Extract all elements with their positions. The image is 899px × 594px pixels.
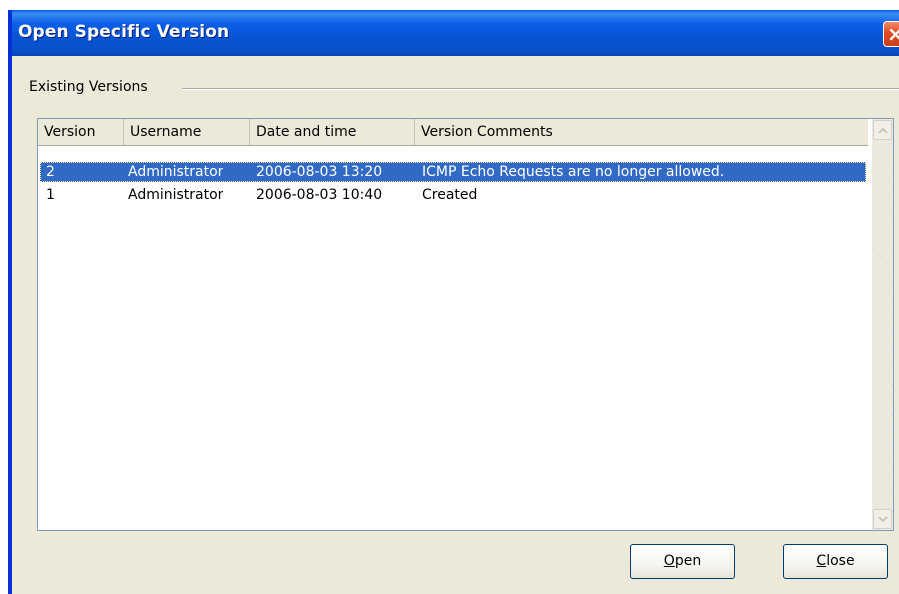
window-title: Open Specific Version — [18, 22, 230, 42]
close-button-accelerator: C — [816, 553, 827, 569]
arrow-up-icon — [878, 127, 888, 134]
existing-versions-label: Existing Versions — [29, 79, 152, 95]
group-divider — [182, 88, 899, 90]
arrow-down-icon — [878, 516, 888, 523]
open-specific-version-dialog: Open Specific Version Existing Versions … — [8, 10, 899, 594]
open-button-accelerator: O — [663, 553, 675, 569]
cell-username: Administrator — [128, 187, 224, 203]
table-row[interactable]: 2 Administrator 2006-08-03 13:20 ICMP Ec… — [40, 162, 866, 182]
close-window-button[interactable] — [883, 21, 899, 47]
column-header-username[interactable]: Username — [124, 119, 250, 145]
cell-datetime: 2006-08-03 10:40 — [256, 187, 383, 203]
cell-comment: ICMP Echo Requests are no longer allowed… — [422, 164, 725, 180]
cell-username: Administrator — [128, 164, 224, 180]
versions-list[interactable]: Version Username Date and time Version C… — [37, 118, 894, 531]
cell-version: 2 — [46, 164, 55, 180]
column-header-version[interactable]: Version — [38, 119, 124, 145]
column-header-version-comments[interactable]: Version Comments — [415, 119, 868, 145]
close-button-label: lose — [826, 553, 855, 569]
cell-comment: Created — [422, 187, 478, 203]
table-row[interactable]: 1 Administrator 2006-08-03 10:40 Created — [40, 185, 866, 205]
scroll-down-button[interactable] — [873, 509, 892, 529]
vertical-scrollbar[interactable] — [872, 119, 893, 530]
cell-version: 1 — [46, 187, 55, 203]
close-button[interactable]: Close — [783, 544, 888, 579]
scroll-up-button[interactable] — [873, 120, 892, 140]
cell-datetime: 2006-08-03 13:20 — [256, 164, 383, 180]
close-icon — [889, 28, 899, 41]
column-header-date-time[interactable]: Date and time — [250, 119, 415, 145]
list-header: Version Username Date and time Version C… — [38, 119, 868, 146]
open-button[interactable]: Open — [630, 544, 735, 579]
open-button-label: pen — [674, 553, 702, 569]
title-bar[interactable]: Open Specific Version — [12, 10, 899, 56]
